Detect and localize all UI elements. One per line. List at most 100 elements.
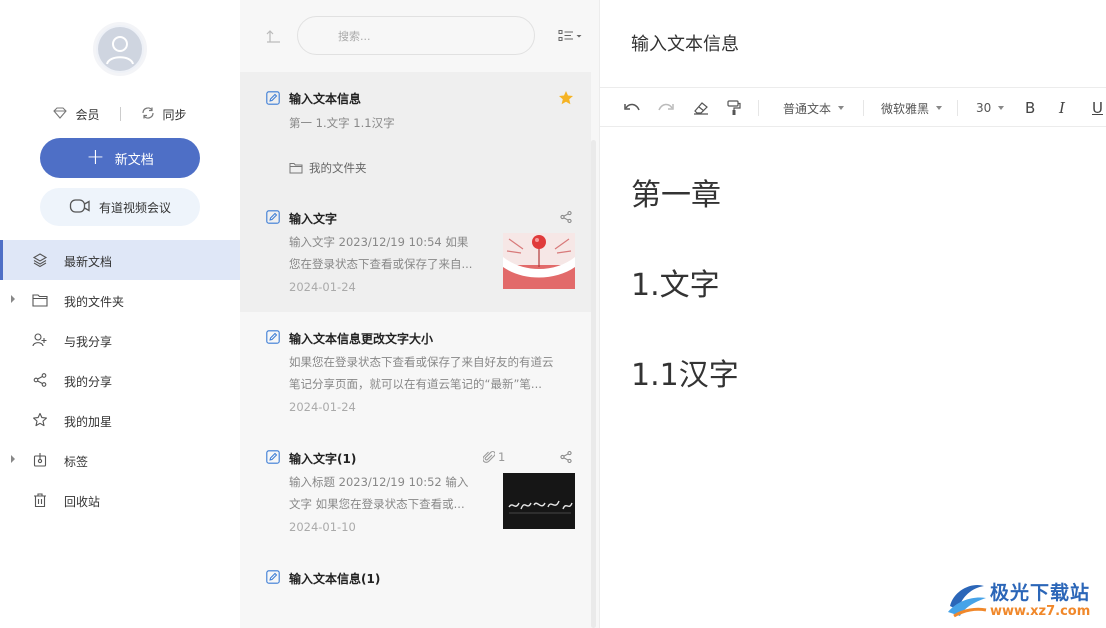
sidebar-item-recent[interactable]: 最新文档 bbox=[0, 240, 240, 280]
share-icon[interactable] bbox=[559, 210, 573, 224]
sidebar: 会员 同步 + 新文档 有道视频会议 最新文档 我的文件夹 与我分享 我的分享 … bbox=[0, 0, 240, 628]
note-edit-icon bbox=[266, 210, 280, 224]
note-thumbnail bbox=[503, 473, 575, 529]
sidebar-item-label: 我的文件夹 bbox=[64, 295, 125, 309]
list-item[interactable]: 输入文本信息更改文字大小 如果您在登录状态下查看或保存了来自好友的有道云 笔记分… bbox=[240, 316, 591, 432]
italic-button[interactable]: I bbox=[1059, 88, 1065, 128]
sidebar-item-label: 回收站 bbox=[64, 495, 101, 509]
video-meeting-label: 有道视频会议 bbox=[98, 200, 171, 215]
note-snippet: 输入文字 2023/12/19 10:54 如果 bbox=[289, 235, 469, 249]
formatting-toolbar: 普通文本 微软雅黑 30 B I U bbox=[600, 87, 1106, 127]
sidebar-item-tags[interactable]: 标签 bbox=[0, 440, 240, 480]
list-item[interactable]: 输入文字 输入文字 2023/12/19 10:54 如果 您在登录状态下查看或… bbox=[240, 196, 591, 312]
font-family-select[interactable]: 微软雅黑 bbox=[881, 88, 943, 128]
sidebar-nav: 最新文档 我的文件夹 与我分享 我的分享 我的加星 标签 回收站 bbox=[0, 240, 240, 520]
paperclip-icon bbox=[483, 451, 495, 463]
aurora-logo-icon bbox=[948, 584, 987, 618]
document-title[interactable]: 输入文本信息 bbox=[631, 30, 739, 56]
note-edit-icon bbox=[266, 570, 280, 584]
user-avatar-icon bbox=[98, 27, 142, 71]
watermark-name: 极光下载站 bbox=[990, 582, 1091, 604]
note-folder[interactable]: 我的文件夹 bbox=[289, 160, 367, 176]
note-title: 输入文字 bbox=[289, 212, 338, 226]
list-item[interactable]: 输入文本信息 第一 1.文字 1.1汉字 我的文件夹 bbox=[240, 72, 591, 212]
note-list-panel: 搜索... 输入文本信息 第一 1.文字 1.1汉字 我的文件夹 输入文字 输入… bbox=[240, 0, 599, 628]
heading-2: 1.文字 bbox=[631, 268, 720, 303]
sidebar-item-label: 我的分享 bbox=[64, 375, 113, 389]
bold-label: B bbox=[1025, 99, 1036, 117]
chevron-down-icon bbox=[998, 106, 1005, 110]
note-edit-icon bbox=[266, 330, 280, 344]
heading-3: 1.1汉字 bbox=[631, 358, 739, 393]
bold-button[interactable]: B bbox=[1025, 88, 1035, 128]
sidebar-item-shared-with-me[interactable]: 与我分享 bbox=[0, 320, 240, 360]
note-snippet: 输入标题 2023/12/19 10:52 输入 bbox=[289, 475, 469, 489]
sidebar-item-starred[interactable]: 我的加星 bbox=[0, 400, 240, 440]
member-button[interactable]: 会员 bbox=[53, 106, 100, 123]
member-label: 会员 bbox=[75, 107, 100, 122]
avatar[interactable] bbox=[93, 22, 147, 76]
redo-icon bbox=[658, 103, 674, 111]
clear-format-button[interactable] bbox=[693, 88, 709, 128]
layers-icon bbox=[32, 252, 48, 268]
editor-panel: 输入文本信息 普通文本 微软雅黑 30 B I U 第一章 1.文字 1.1汉字 bbox=[599, 0, 1106, 628]
sidebar-item-my-folders[interactable]: 我的文件夹 bbox=[0, 280, 240, 320]
app-window: 会员 同步 + 新文档 有道视频会议 最新文档 我的文件夹 与我分享 我的分享 … bbox=[0, 0, 1106, 628]
list-item[interactable]: 输入文字(1) 1 输入标题 2023/12/19 10:52 输入 文字 如果… bbox=[240, 436, 591, 552]
note-date: 2024-01-24 bbox=[289, 400, 356, 414]
note-date: 2024-01-10 bbox=[289, 520, 356, 534]
note-title: 输入文本信息(1) bbox=[289, 572, 381, 586]
new-document-label: 新文档 bbox=[114, 152, 154, 168]
list-scrollbar[interactable] bbox=[591, 140, 596, 628]
list-header: 搜索... bbox=[240, 0, 599, 72]
diamond-icon bbox=[53, 106, 68, 122]
folder-icon bbox=[289, 163, 303, 174]
note-edit-icon bbox=[266, 91, 280, 105]
watermark-logo: 极光下载站 www.xz7.com bbox=[944, 574, 1104, 626]
sidebar-item-my-shares[interactable]: 我的分享 bbox=[0, 360, 240, 400]
folder-icon bbox=[32, 292, 48, 308]
undo-icon bbox=[624, 103, 640, 111]
sidebar-item-label: 标签 bbox=[64, 455, 89, 469]
paragraph-style-select[interactable]: 普通文本 bbox=[783, 88, 845, 128]
note-title: 输入文字(1) bbox=[289, 452, 357, 466]
font-size-select[interactable]: 30 bbox=[976, 88, 1005, 128]
note-snippet: 笔记分享页面，就可以在有道云笔记的“最新”笔... bbox=[289, 377, 542, 391]
toolbar-divider bbox=[758, 100, 759, 116]
back-up-icon[interactable] bbox=[264, 28, 282, 48]
plus-icon: + bbox=[86, 145, 105, 170]
search-input[interactable]: 搜索... bbox=[297, 16, 535, 55]
starred-icon[interactable] bbox=[558, 90, 574, 106]
video-meeting-button[interactable]: 有道视频会议 bbox=[40, 188, 200, 226]
member-sync-row: 会员 同步 bbox=[0, 104, 240, 124]
heading-1: 第一章 bbox=[631, 178, 721, 213]
sidebar-item-label: 与我分享 bbox=[64, 335, 113, 349]
sidebar-item-label: 最新文档 bbox=[64, 255, 113, 269]
trash-icon bbox=[32, 492, 48, 508]
paragraph-style-value: 普通文本 bbox=[783, 101, 832, 116]
font-size-value: 30 bbox=[976, 101, 992, 115]
share-icon bbox=[32, 372, 48, 388]
format-painter-button[interactable] bbox=[727, 88, 741, 128]
redo-button[interactable] bbox=[658, 88, 674, 128]
view-mode-icon[interactable] bbox=[558, 28, 582, 47]
attachment-count: 1 bbox=[498, 450, 506, 464]
expand-caret-icon[interactable] bbox=[11, 295, 15, 303]
format-painter-icon bbox=[727, 100, 741, 115]
sidebar-item-trash[interactable]: 回收站 bbox=[0, 480, 240, 520]
underline-label: U bbox=[1092, 99, 1103, 117]
font-family-value: 微软雅黑 bbox=[881, 101, 930, 116]
list-item[interactable]: 输入文本信息(1) bbox=[240, 556, 591, 628]
share-icon[interactable] bbox=[559, 450, 573, 464]
italic-label: I bbox=[1059, 99, 1065, 117]
expand-caret-icon[interactable] bbox=[11, 455, 15, 463]
chevron-down-icon bbox=[838, 106, 845, 110]
sync-button[interactable]: 同步 bbox=[141, 106, 187, 123]
underline-button[interactable]: U bbox=[1092, 88, 1103, 128]
sync-label: 同步 bbox=[162, 107, 187, 122]
new-document-button[interactable]: + 新文档 bbox=[40, 138, 200, 178]
toolbar-divider bbox=[863, 100, 864, 116]
undo-button[interactable] bbox=[624, 88, 640, 128]
note-title: 输入文本信息 bbox=[289, 92, 362, 106]
video-camera-icon bbox=[69, 197, 91, 218]
